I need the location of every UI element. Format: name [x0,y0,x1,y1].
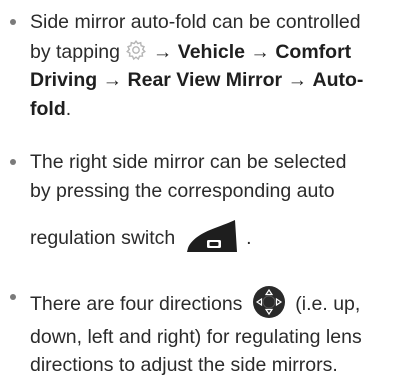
bullet-3-line-2: down, left and right) for regulating len… [30,325,362,349]
bullet-1-line-2: by tapping → Vehicle → Comfort [30,39,351,67]
instruction-document: Side mirror auto-fold can be controlled … [0,0,417,383]
text-segment: (i.e. up, [295,293,361,316]
bullet-3-line-3: directions to adjust the side mirrors. [30,353,338,377]
text-segment: The right side mirror can be selected [30,151,347,173]
bullet-1-line-3: Driving → Rear View Mirror → Auto- [30,68,363,92]
menu-path-auto: Auto- [312,69,364,91]
four-direction-pad-icon [252,285,286,325]
bullet-1-line-1: Side mirror auto-fold can be controlled [30,10,361,34]
text-segment: directions to adjust the side mirrors. [30,354,338,376]
menu-path-comfort: Comfort [275,41,352,64]
bullet-2-line-3: regulation switch . [30,218,252,260]
menu-path-vehicle: Vehicle [177,41,245,64]
bullet-marker [10,294,16,300]
bullet-2-line-2: by pressing the corresponding auto [30,179,335,203]
bullet-3-line-1: There are four directions (i.e. up, [30,285,360,325]
arrow-separator: → [287,69,308,91]
text-segment: regulation switch [30,227,176,250]
auto-regulation-switch-icon [185,218,239,260]
arrow-separator: → [152,41,173,64]
text-segment: . [246,227,252,250]
text-segment: by pressing the corresponding auto [30,180,335,202]
text-segment: down, left and right) for regulating len… [30,326,362,348]
text-segment: by tapping [30,41,120,64]
bullet-1-line-4: fold. [30,97,71,121]
menu-path-rear-view-mirror: Rear View Mirror [127,69,283,91]
arrow-separator: → [250,41,270,64]
menu-path-driving: Driving [30,69,98,91]
text-segment: . [65,98,72,120]
text-segment: There are four directions [30,293,243,316]
bullet-marker [10,159,16,165]
text-segment: Side mirror auto-fold can be controlled [30,11,361,33]
bullet-marker [10,19,16,25]
gear-icon [125,39,147,67]
bullet-2-line-1: The right side mirror can be selected [30,150,346,174]
arrow-separator: → [102,69,123,91]
menu-path-fold: fold [30,98,66,120]
